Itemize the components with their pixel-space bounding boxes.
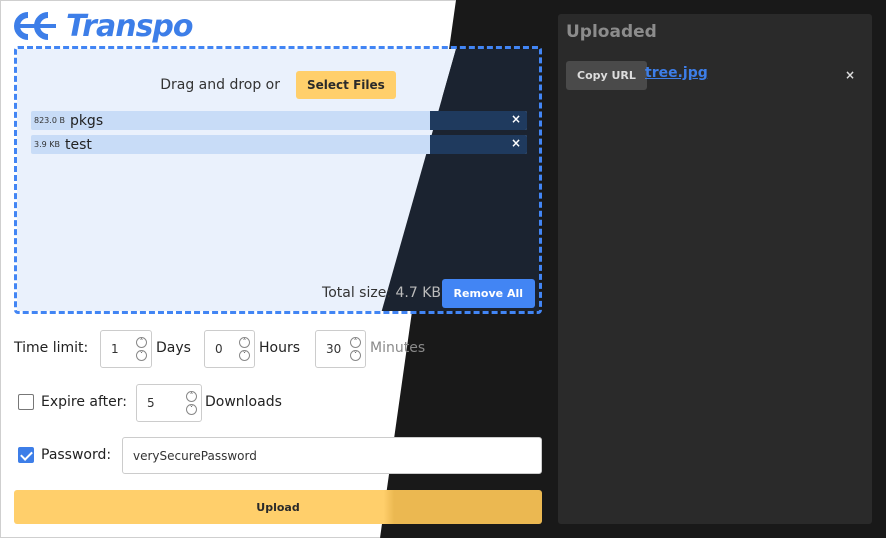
increment-icon[interactable]: ˄: [136, 337, 147, 348]
hours-value: 0: [215, 342, 223, 356]
increment-icon[interactable]: ˄: [350, 337, 361, 348]
downloads-value: 5: [147, 396, 155, 410]
remove-file-icon[interactable]: ×: [511, 136, 521, 150]
file-name: pkgs: [69, 112, 104, 129]
file-chip: 823.0 B pkgs ×: [31, 111, 527, 130]
uploaded-panel: Uploaded Copy URL tree.jpg ×: [558, 14, 872, 524]
file-size: 823.0 B: [34, 116, 65, 125]
dropzone-prompt: Drag and drop or: [160, 77, 281, 93]
total-size-label: Total size:: [322, 285, 396, 301]
password-checkbox[interactable]: [18, 447, 34, 463]
uploaded-title: Uploaded: [566, 22, 657, 42]
decrement-icon[interactable]: ˅: [186, 404, 197, 415]
days-stepper[interactable]: 1 ˄ ˅: [100, 330, 152, 368]
logo-icon: [14, 12, 56, 40]
remove-uploaded-icon[interactable]: ×: [845, 68, 855, 82]
remove-file-icon[interactable]: ×: [511, 112, 521, 126]
expire-label: Expire after:: [41, 394, 128, 410]
remove-all-button[interactable]: Remove All: [441, 279, 535, 308]
file-chip: 3.9 KB test ×: [31, 135, 527, 154]
decrement-icon[interactable]: ˅: [350, 350, 361, 361]
password-label: Password:: [41, 447, 112, 463]
password-input[interactable]: [122, 437, 542, 474]
minutes-value: 30: [326, 342, 342, 356]
decrement-icon[interactable]: ˅: [239, 350, 250, 361]
total-size-value: 4.7 KB: [395, 285, 442, 301]
hours-label: Hours: [259, 340, 301, 356]
file-dropzone[interactable]: Drag and drop or Select Files 823.0 B pk…: [14, 46, 542, 314]
hours-stepper[interactable]: 0 ˄ ˅: [204, 330, 255, 368]
copy-url-button[interactable]: Copy URL: [566, 61, 647, 90]
days-value: 1: [111, 342, 119, 356]
uploaded-file-link[interactable]: tree.jpg: [645, 65, 708, 81]
select-files-button[interactable]: Select Files: [296, 71, 396, 99]
downloads-label: Downloads: [205, 394, 282, 410]
upload-button[interactable]: Upload: [14, 490, 542, 524]
increment-icon[interactable]: ˄: [239, 337, 250, 348]
expire-checkbox[interactable]: [18, 394, 34, 410]
logo: Transpo: [14, 8, 194, 44]
logo-text: Transpo: [66, 8, 194, 44]
minutes-label: Minutes: [370, 340, 426, 356]
time-limit-label: Time limit:: [14, 340, 89, 356]
minutes-stepper[interactable]: 30 ˄ ˅: [315, 330, 366, 368]
total-size: Total size: 4.7 KB: [322, 285, 441, 301]
decrement-icon[interactable]: ˅: [136, 350, 147, 361]
file-size: 3.9 KB: [34, 140, 60, 149]
file-name: test: [65, 136, 92, 153]
downloads-stepper[interactable]: 5 ˄ ˅: [136, 384, 202, 422]
increment-icon[interactable]: ˄: [186, 391, 197, 402]
days-label: Days: [156, 340, 191, 356]
